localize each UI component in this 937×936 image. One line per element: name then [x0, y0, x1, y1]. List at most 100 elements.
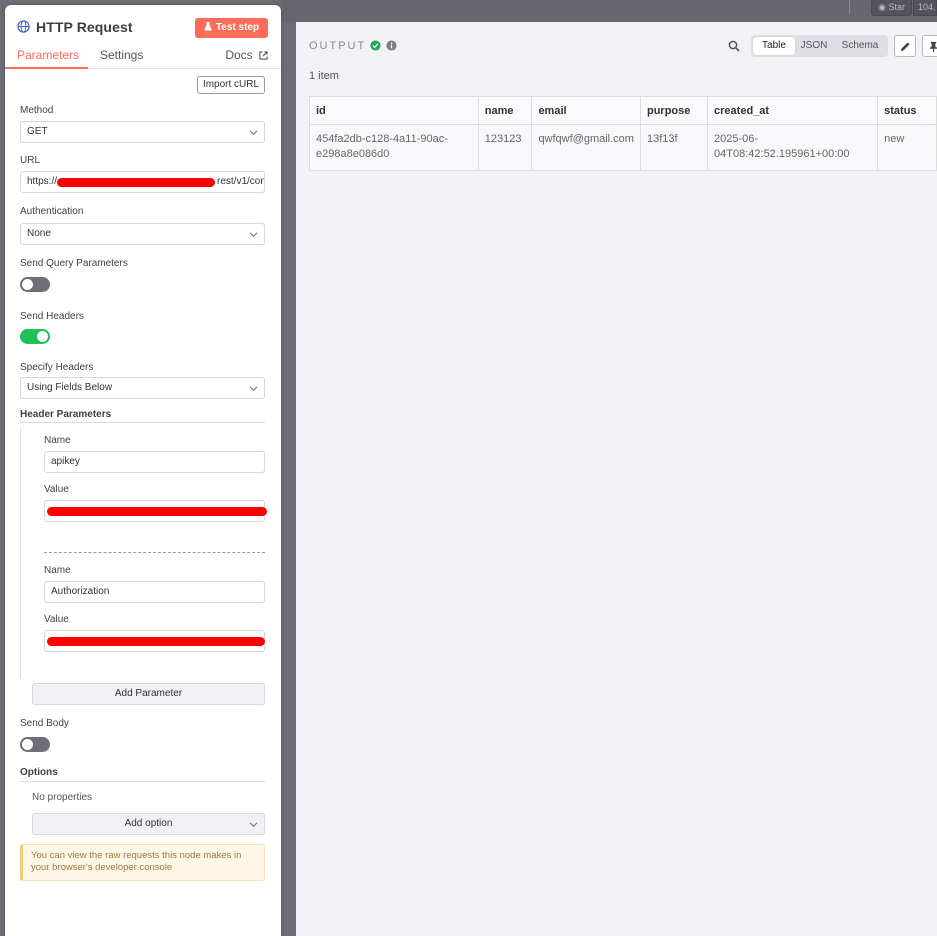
node-header: HTTP Request Test step	[5, 5, 281, 50]
cell-status: new	[877, 124, 937, 171]
developer-console-notice: You can view the raw requests this node …	[20, 844, 265, 881]
active-tab-indicator	[5, 67, 88, 69]
view-table-option[interactable]: Table	[753, 37, 795, 55]
authentication-value: None	[27, 228, 51, 239]
header-name-value: apikey	[51, 456, 80, 467]
github-star-count: 104.	[913, 0, 937, 16]
table-row: 454fa2db-c128-4a11-90ac-e298a8e086d0 123…	[309, 124, 937, 171]
redacted-url-mark	[57, 178, 215, 187]
redacted-value-mark	[47, 507, 267, 516]
output-title: OUTPUT	[309, 40, 367, 52]
column-header-id[interactable]: id	[309, 96, 479, 125]
edit-output-button[interactable]	[894, 35, 916, 57]
pencil-icon	[900, 42, 910, 52]
method-value: GET	[27, 126, 48, 137]
info-icon[interactable]	[386, 40, 397, 51]
toggle-knob	[37, 331, 48, 342]
method-select[interactable]: GET	[20, 121, 265, 143]
header-parameters-label: Header Parameters	[20, 409, 112, 420]
specify-headers-label: Specify Headers	[20, 362, 94, 373]
separator	[849, 0, 850, 14]
flask-icon	[203, 22, 212, 31]
chevron-down-icon	[249, 130, 258, 136]
cell-created-at: 2025-06-04T08:42:52.195961+00:00	[707, 124, 879, 171]
header-value-input[interactable]	[44, 630, 265, 652]
add-parameter-button[interactable]: Add Parameter	[32, 683, 265, 705]
pin-output-button[interactable]	[922, 35, 937, 57]
add-option-label: Add option	[124, 818, 173, 829]
import-curl-button[interactable]: Import cURL	[197, 76, 265, 94]
chevron-down-icon	[249, 822, 258, 828]
cell-email: qwfqwf@gmail.com	[531, 124, 641, 171]
globe-icon	[17, 20, 30, 33]
panel-tabs: Parameters Settings Docs	[5, 46, 281, 69]
tab-parameters[interactable]: Parameters	[17, 48, 79, 62]
github-star-label: Star	[888, 2, 905, 12]
header-item-divider	[44, 552, 265, 553]
send-body-toggle[interactable]	[20, 737, 50, 752]
view-json-option[interactable]: JSON	[795, 37, 833, 55]
send-headers-label: Send Headers	[20, 311, 84, 322]
header-value-input[interactable]	[44, 500, 267, 522]
node-parameters-panel: HTTP Request Test step Parameters Settin…	[5, 5, 281, 936]
column-header-email[interactable]: email	[531, 96, 641, 125]
cell-purpose: 13f13f	[639, 124, 709, 171]
send-query-label: Send Query Parameters	[20, 258, 128, 269]
no-properties-text: No properties	[32, 792, 93, 803]
url-prefix: https://	[27, 176, 58, 187]
section-divider	[20, 781, 265, 782]
authentication-label: Authentication	[20, 206, 84, 217]
column-header-status[interactable]: status	[877, 96, 937, 125]
node-title: HTTP Request	[36, 19, 133, 35]
options-label: Options	[20, 767, 58, 778]
github-icon: ◉	[878, 2, 886, 12]
authentication-select[interactable]: None	[20, 223, 265, 245]
toggle-knob	[22, 739, 33, 750]
test-step-label: Test step	[215, 22, 260, 33]
table-header-row: id name email purpose created_at status	[309, 96, 937, 125]
send-headers-toggle[interactable]	[20, 329, 50, 344]
docs-link[interactable]: Docs	[225, 48, 268, 62]
check-circle-icon	[370, 40, 381, 51]
pin-icon	[929, 41, 937, 52]
item-count: 1 item	[309, 70, 339, 82]
column-header-name[interactable]: name	[477, 96, 533, 125]
chevron-down-icon	[249, 386, 258, 392]
column-header-created-at[interactable]: created_at	[707, 96, 879, 125]
tab-settings[interactable]: Settings	[100, 48, 143, 62]
header-params-guide-line	[20, 428, 21, 678]
chevron-down-icon	[249, 232, 258, 238]
docs-label: Docs	[225, 48, 253, 62]
url-label: URL	[20, 155, 41, 166]
output-panel: OUTPUT Table JSON Schema 1 item id name …	[296, 22, 937, 936]
test-step-button[interactable]: Test step	[195, 18, 268, 38]
view-schema-option[interactable]: Schema	[833, 37, 887, 55]
header-value-label: Value	[44, 484, 69, 495]
redacted-value-mark	[47, 637, 265, 646]
header-name-label: Name	[44, 435, 71, 446]
github-star-button[interactable]: ◉ Star	[871, 0, 912, 16]
send-body-label: Send Body	[20, 718, 69, 729]
view-switcher: Table JSON Schema	[751, 35, 888, 57]
url-suffix: rest/v1/con	[217, 176, 265, 187]
column-header-purpose[interactable]: purpose	[639, 96, 709, 125]
header-value-label: Value	[44, 614, 69, 625]
section-divider	[20, 422, 265, 423]
method-label: Method	[20, 105, 54, 116]
specify-headers-select[interactable]: Using Fields Below	[20, 377, 265, 399]
send-query-toggle[interactable]	[20, 277, 50, 292]
header-name-input[interactable]: Authorization	[44, 581, 265, 603]
header-name-label: Name	[44, 565, 71, 576]
header-name-input[interactable]: apikey	[44, 451, 265, 473]
cell-name: 123123	[477, 124, 533, 171]
toggle-knob	[22, 279, 33, 290]
cell-id: 454fa2db-c128-4a11-90ac-e298a8e086d0	[309, 124, 479, 171]
search-icon[interactable]	[728, 40, 740, 52]
url-input[interactable]: https:// rest/v1/con	[20, 171, 265, 193]
header-name-value: Authorization	[51, 586, 110, 597]
output-table: id name email purpose created_at status …	[309, 96, 937, 171]
specify-headers-value: Using Fields Below	[27, 382, 113, 393]
add-option-select[interactable]: Add option	[32, 813, 265, 835]
canvas-top-strip: ◉ Star 104.	[282, 0, 937, 22]
external-link-icon	[259, 51, 268, 60]
